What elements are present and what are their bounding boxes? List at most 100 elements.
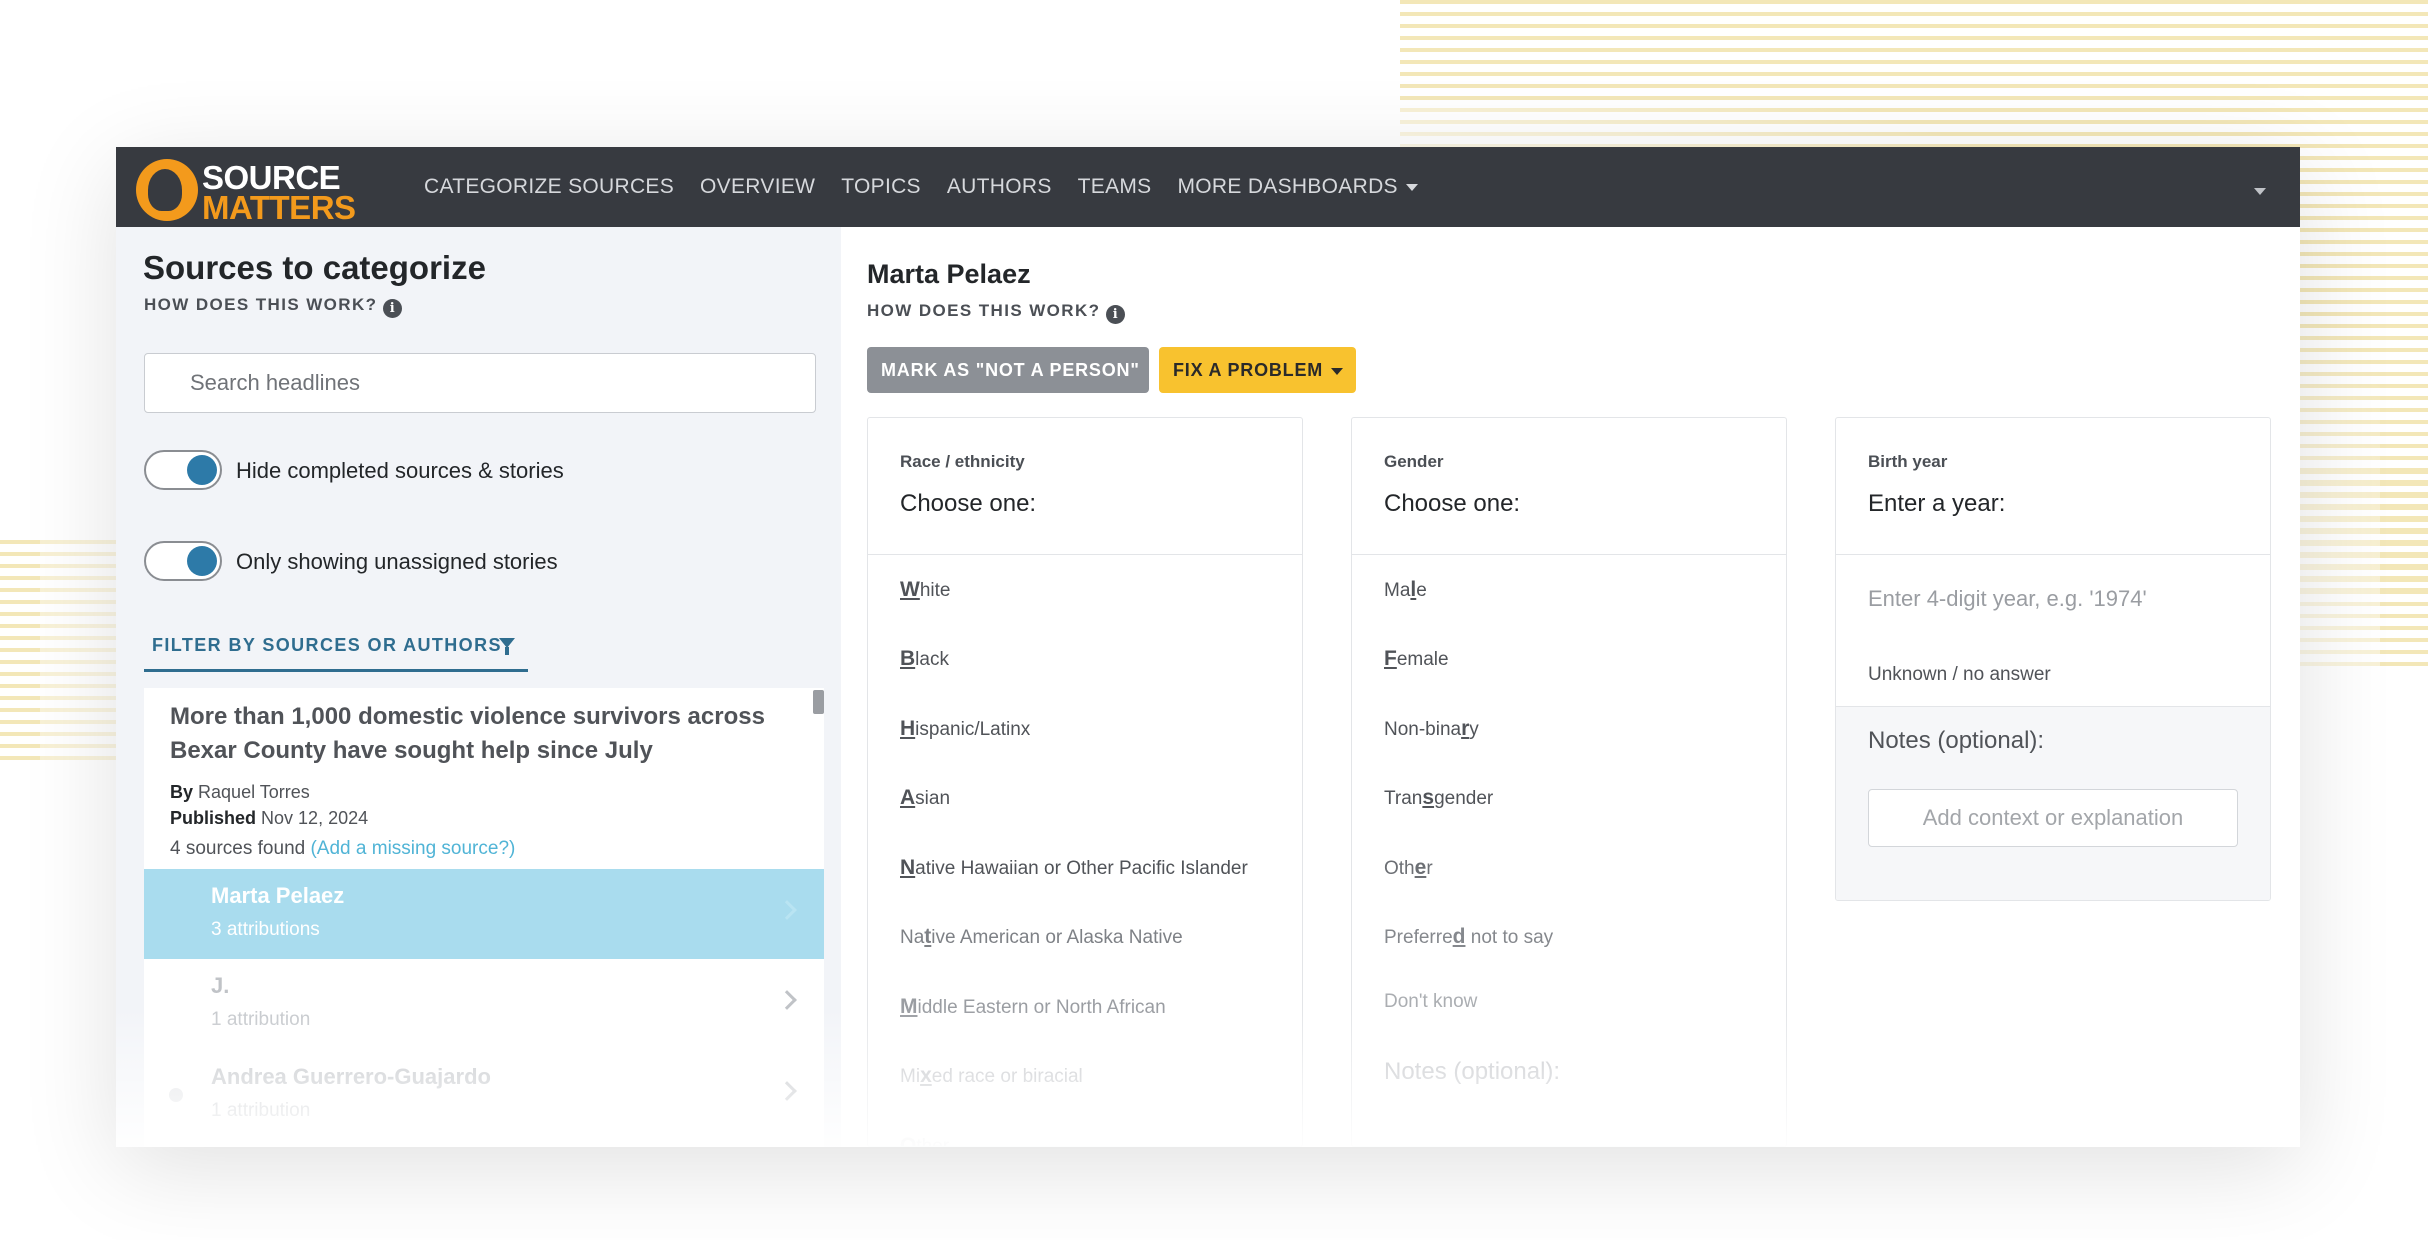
- source-row-andrea-guerrero-guajardo[interactable]: Andrea Guerrero-Guajardo 1 attribution: [144, 1050, 824, 1140]
- mark-not-a-person-button[interactable]: MARK AS "NOT A PERSON": [867, 347, 1149, 393]
- race-option-white[interactable]: White: [900, 578, 950, 602]
- story-byline: By Raquel Torres: [170, 782, 310, 803]
- hotkey: H: [900, 717, 916, 740]
- option-text: Preferre: [1384, 927, 1453, 948]
- user-menu-toggle[interactable]: [2246, 183, 2266, 201]
- nav-more-dashboards[interactable]: MORE DASHBOARDS: [1177, 175, 1418, 199]
- info-icon: i: [383, 299, 403, 318]
- nav-more-label: MORE DASHBOARDS: [1177, 175, 1398, 198]
- funnel-icon: [499, 638, 515, 655]
- gender-card: Gender Choose one: Male Female Non-binar…: [1351, 417, 1787, 1147]
- notes-input[interactable]: Add context or explanation: [1868, 789, 2238, 847]
- option-text: Non-bina: [1384, 719, 1462, 740]
- how-does-this-work-link[interactable]: HOW DOES THIS WORK? i: [867, 301, 1126, 324]
- gender-option-non-binary[interactable]: Non-binary: [1384, 717, 1479, 741]
- sources-sidebar: Sources to categorize HOW DOES THIS WORK…: [116, 227, 841, 1147]
- race-label: Race / ethnicity: [900, 452, 1025, 471]
- source-name: J.: [211, 973, 230, 998]
- hotkey: A: [900, 786, 916, 809]
- option-text: ative Hawaiian or Other Pacific Islander: [915, 858, 1248, 879]
- unassigned-toggle[interactable]: [144, 541, 222, 581]
- hotkey: M: [900, 995, 918, 1018]
- person-name: Marta Pelaez: [867, 259, 1031, 289]
- option-text: ed race or biracial: [931, 1066, 1083, 1087]
- gender-label: Gender: [1384, 452, 1444, 471]
- story-date: Nov 12, 2024: [261, 808, 369, 828]
- nav-authors[interactable]: AUTHORS: [947, 175, 1052, 199]
- nav-teams[interactable]: TEAMS: [1078, 175, 1152, 199]
- filter-by-sources-button[interactable]: FILTER BY SOURCES OR AUTHORS: [144, 626, 528, 672]
- gender-option-female[interactable]: Female: [1384, 647, 1449, 671]
- source-attributions: 3 attributions: [211, 919, 320, 940]
- add-missing-source-link[interactable]: (Add a missing source?): [310, 838, 515, 859]
- birth-notes-section: Notes (optional): Add context or explana…: [1836, 706, 2270, 900]
- option-text: e: [1416, 580, 1427, 601]
- gender-option-other[interactable]: Other: [1384, 856, 1433, 880]
- scrollbar-thumb[interactable]: [813, 690, 824, 714]
- nav-overview[interactable]: OVERVIEW: [700, 175, 815, 199]
- hide-completed-toggle[interactable]: [144, 450, 222, 490]
- option-text: hite: [919, 580, 951, 601]
- race-option-native-hawaiian[interactable]: Native Hawaiian or Other Pacific Islande…: [900, 856, 1248, 880]
- race-option-native-american[interactable]: Native American or Alaska Native: [900, 925, 1183, 949]
- chevron-right-icon: [777, 1081, 797, 1101]
- logo-head-icon: [136, 159, 198, 221]
- unassigned-label: Only showing unassigned stories: [236, 549, 558, 574]
- logo-line-2: MATTERS: [202, 189, 356, 226]
- hotkey: F: [1384, 647, 1397, 670]
- story-sources-found: 4 sources found (Add a missing source?): [170, 838, 515, 860]
- gender-option-male[interactable]: Male: [1384, 578, 1427, 602]
- nav-categorize-sources[interactable]: CATEGORIZE SOURCES: [424, 175, 674, 199]
- app-window: SOURCE MATTERS CATEGORIZE SOURCES OVERVI…: [116, 147, 2300, 1147]
- birth-year-label: Birth year: [1868, 452, 1948, 471]
- race-option-black[interactable]: Black: [900, 647, 949, 671]
- nav-topics[interactable]: TOPICS: [841, 175, 921, 199]
- option-text: sian: [915, 788, 951, 809]
- info-icon: i: [1106, 305, 1126, 324]
- hotkey: B: [900, 647, 916, 670]
- race-option-hispanic[interactable]: Hispanic/Latinx: [900, 717, 1030, 741]
- search-headlines-input[interactable]: Search headlines: [144, 353, 816, 413]
- gender-option-dont-know[interactable]: Don't know: [1384, 991, 1477, 1013]
- birth-year-input[interactable]: Enter 4-digit year, e.g. '1974': [1868, 586, 2147, 612]
- option-text: Tran: [1384, 788, 1423, 809]
- hotkey: N: [900, 856, 916, 879]
- navbar: SOURCE MATTERS CATEGORIZE SOURCES OVERVI…: [116, 147, 2300, 227]
- option-text: gender: [1434, 788, 1494, 809]
- race-option-asian[interactable]: Asian: [900, 786, 950, 810]
- option-text: y: [1469, 719, 1479, 740]
- filter-label: FILTER BY SOURCES OR AUTHORS: [152, 635, 502, 655]
- unknown-no-answer-option[interactable]: Unknown / no answer: [1868, 664, 2051, 686]
- race-option-other[interactable]: Other: [900, 1134, 949, 1146]
- published-label: Published: [170, 808, 257, 828]
- card-header: Birth year Enter a year:: [1836, 418, 2270, 555]
- source-row-j[interactable]: J. 1 attribution: [144, 959, 824, 1049]
- race-prompt: Choose one:: [900, 490, 1037, 517]
- source-attributions: 1 attribution: [211, 1009, 311, 1030]
- caret-down-icon: [1405, 183, 1418, 191]
- option-text: ive American or Alaska Native: [931, 927, 1183, 948]
- race-option-mixed[interactable]: Mixed race or biracial: [900, 1064, 1083, 1088]
- chevron-right-icon: [777, 900, 797, 920]
- option-text: lack: [915, 649, 949, 670]
- race-option-middle-eastern[interactable]: Middle Eastern or North African: [900, 995, 1166, 1019]
- gender-prompt: Choose one:: [1384, 490, 1521, 517]
- story-published: Published Nov 12, 2024: [170, 808, 368, 829]
- gender-option-transgender[interactable]: Transgender: [1384, 786, 1493, 810]
- story-headline[interactable]: More than 1,000 domestic violence surviv…: [170, 700, 770, 768]
- option-text: iddle Eastern or North African: [917, 997, 1166, 1018]
- hotkey: e: [1414, 856, 1427, 879]
- sidebar-title: Sources to categorize: [143, 249, 486, 286]
- card-header: Gender Choose one:: [1352, 418, 1786, 555]
- chevron-right-icon: [777, 990, 797, 1010]
- source-matters-logo[interactable]: SOURCE MATTERS: [136, 155, 356, 226]
- hide-completed-label: Hide completed sources & stories: [236, 458, 564, 483]
- caret-down-icon: [2254, 188, 2266, 196]
- option-text: not to say: [1465, 927, 1554, 948]
- how-does-this-work-link[interactable]: HOW DOES THIS WORK? i: [144, 295, 403, 318]
- gender-option-prefer-not-to-say[interactable]: Preferred not to say: [1384, 925, 1553, 949]
- source-row-marta-pelaez[interactable]: Marta Pelaez 3 attributions: [144, 869, 824, 959]
- screenshot-stage: SOURCE MATTERS CATEGORIZE SOURCES OVERVI…: [0, 0, 2428, 1240]
- fix-a-problem-button[interactable]: FIX A PROBLEM: [1159, 347, 1356, 393]
- race-ethnicity-card: Race / ethnicity Choose one: White Black…: [867, 417, 1303, 1147]
